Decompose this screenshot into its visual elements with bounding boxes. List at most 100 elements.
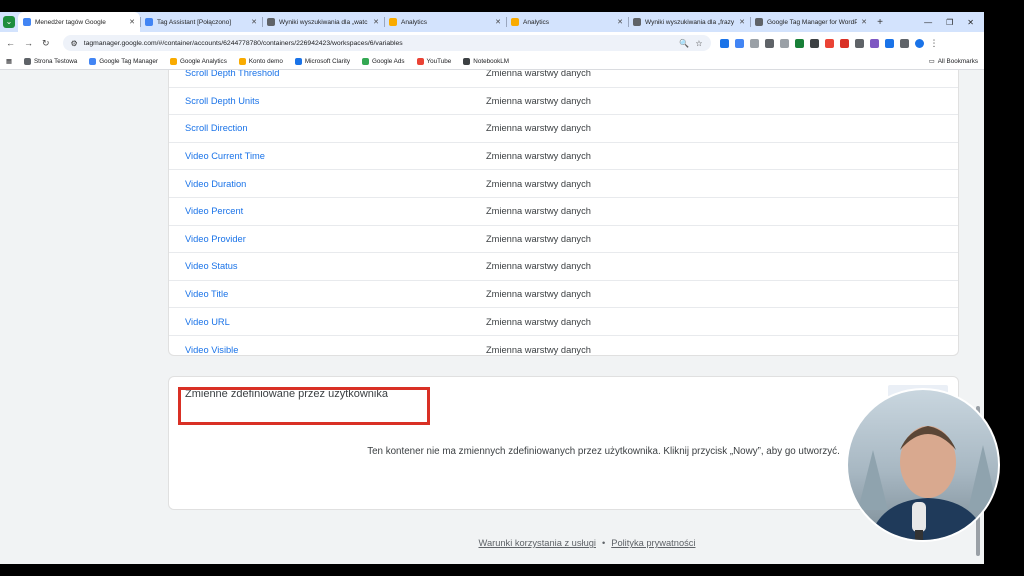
tab-strip: ⌄ Menedżer tagów Google ✕ Tag Assistant [P… [0, 12, 984, 32]
table-row: Video Provider Zmienna warstwy danych [169, 226, 958, 254]
bookmark-favicon-icon [89, 58, 97, 65]
variable-name-link[interactable]: Video Duration [185, 179, 246, 189]
table-row: Scroll Direction Zmienna warstwy danych [169, 115, 958, 143]
bookmark-favicon-icon [463, 58, 471, 65]
variable-type: Zmienna warstwy danych [486, 289, 591, 300]
all-bookmarks-button[interactable]: ▭ All Bookmarks [929, 58, 978, 65]
variable-type: Zmienna warstwy danych [486, 316, 591, 327]
bookmark-item[interactable]: Google Tag Manager [89, 58, 158, 65]
address-bar[interactable]: ⚙ tagmanager.google.com/#/container/acco… [62, 35, 711, 51]
bookmark-favicon-icon [294, 58, 302, 65]
extension-icon[interactable] [854, 38, 864, 48]
puzzle-icon[interactable] [899, 38, 909, 48]
variable-name-link[interactable]: Scroll Depth Threshold [185, 70, 279, 78]
variable-name-link[interactable]: Video Title [185, 289, 228, 299]
extension-icon[interactable] [809, 38, 819, 48]
tab-favicon-icon [633, 18, 641, 26]
privacy-link[interactable]: Polityka prywatności [611, 538, 695, 548]
tab-favicon-icon [389, 18, 397, 26]
variable-type: Zmienna warstwy danych [486, 70, 591, 79]
tab-close-icon[interactable]: ✕ [495, 18, 501, 26]
variable-name-link[interactable]: Video Current Time [185, 151, 265, 161]
site-info-icon[interactable]: ⚙ [71, 39, 78, 48]
new-tab-button[interactable]: + [872, 12, 888, 32]
browser-tab[interactable]: Analytics ✕ [384, 12, 506, 32]
profile-avatar[interactable] [914, 38, 924, 48]
table-row: Scroll Depth Threshold Zmienna warstwy da… [169, 70, 958, 88]
bookmark-item[interactable]: Microsoft Clarity [294, 58, 350, 65]
bookmark-item[interactable]: NotebookLM [463, 58, 509, 65]
terms-link[interactable]: Warunki korzystania z usługi [479, 538, 596, 548]
table-row: Video Duration Zmienna warstwy danych [169, 170, 958, 198]
variable-name-link[interactable]: Scroll Direction [185, 123, 248, 133]
tab-label: Google Tag Manager for WordP [767, 18, 858, 26]
tab-label: Menedżer tagów Google [35, 18, 106, 26]
browser-tab[interactable]: Analytics ✕ [506, 12, 628, 32]
tab-close-icon[interactable]: ✕ [739, 18, 745, 26]
tab-label: Tag Assistant [Połączono] [157, 18, 232, 26]
extension-icon[interactable] [794, 38, 804, 48]
tab-close-icon[interactable]: ✕ [861, 18, 867, 26]
bookmarks-bar: ▦ Strona Testowa Google Tag Manager Google… [0, 54, 984, 70]
forward-icon[interactable]: → [24, 38, 33, 48]
browser-tab[interactable]: Menedżer tagów Google ✕ [18, 12, 140, 32]
extension-icon[interactable] [824, 38, 834, 48]
variable-name-link[interactable]: Video Percent [185, 206, 243, 216]
extension-icon[interactable] [749, 38, 759, 48]
browser-tab[interactable]: Wyniki wyszukiwania dla „watc ✕ [262, 12, 384, 32]
tab-close-icon[interactable]: ✕ [251, 18, 257, 26]
variable-type: Zmienna warstwy danych [486, 206, 591, 217]
tab-close-icon[interactable]: ✕ [129, 18, 135, 26]
maximize-icon[interactable]: ❐ [946, 18, 953, 27]
bookmark-favicon-icon [169, 58, 177, 65]
bookmark-item[interactable]: Google Analytics [169, 58, 227, 65]
bookmark-star-icon[interactable]: ☆ [695, 39, 702, 48]
variable-type: Zmienna warstwy danych [486, 151, 591, 162]
bookmark-item[interactable]: Strona Testowa [23, 58, 77, 65]
table-row: Video Percent Zmienna warstwy danych [169, 198, 958, 226]
close-window-icon[interactable]: ✕ [967, 18, 974, 27]
variable-type: Zmienna warstwy danych [486, 233, 591, 244]
user-variables-title: Zmienne zdefiniowane przez użytkownika [178, 387, 430, 425]
tab-search-button[interactable]: ⌄ [0, 12, 18, 32]
tab-favicon-icon [23, 18, 31, 26]
bookmark-item[interactable]: YouTube [416, 58, 451, 65]
tab-close-icon[interactable]: ✕ [617, 18, 623, 26]
bookmark-favicon-icon [361, 58, 369, 65]
variable-type: Zmienna warstwy danych [486, 261, 591, 272]
zoom-icon[interactable]: 🔍 [679, 39, 689, 48]
browser-tab[interactable]: Wyniki wyszukiwania dla „frazy ✕ [628, 12, 750, 32]
tab-favicon-icon [755, 18, 763, 26]
gtm-variables-page: Scroll Depth Threshold Zmienna warstwy da… [0, 70, 984, 564]
apps-icon[interactable]: ▦ [6, 58, 12, 65]
variable-type: Zmienna warstwy danych [486, 95, 591, 106]
browser-tab[interactable]: Google Tag Manager for WordP ✕ [750, 12, 872, 32]
browser-tab[interactable]: Tag Assistant [Połączono] ✕ [140, 12, 262, 32]
bookmark-item[interactable]: Konto demo [238, 58, 283, 65]
page-footer: Warunki korzystania z usługi • Polityka pr… [478, 538, 696, 548]
tab-close-icon[interactable]: ✕ [373, 18, 379, 26]
extension-icon[interactable] [869, 38, 879, 48]
more-options-icon[interactable]: ⋮ [930, 38, 939, 49]
variable-name-link[interactable]: Video Status [185, 261, 238, 271]
back-icon[interactable]: ← [6, 38, 15, 48]
extension-icon[interactable] [779, 38, 789, 48]
filter-extension-icon[interactable] [719, 38, 729, 48]
variable-name-link[interactable]: Video Provider [185, 234, 246, 244]
extension-icon[interactable] [884, 38, 894, 48]
tab-label: Analytics [401, 18, 428, 26]
minimize-icon[interactable]: — [924, 18, 932, 27]
empty-state-message: Ten kontener nie ma zmiennych zdefiniowa… [367, 446, 840, 457]
extensions-area: ⋮ [719, 38, 939, 49]
extension-icon[interactable] [764, 38, 774, 48]
extension-icon[interactable] [839, 38, 849, 48]
variable-name-link[interactable]: Video URL [185, 317, 230, 327]
bookmark-item[interactable]: Google Ads [361, 58, 405, 65]
reload-icon[interactable]: ↻ [42, 38, 50, 49]
variable-name-link[interactable]: Video Visible [185, 345, 238, 355]
tag-extension-icon[interactable] [734, 38, 744, 48]
variable-name-link[interactable]: Scroll Depth Units [185, 96, 259, 106]
folder-icon: ▭ [928, 58, 935, 65]
variable-type: Zmienna warstwy danych [486, 178, 591, 189]
tab-favicon-icon [145, 18, 153, 26]
